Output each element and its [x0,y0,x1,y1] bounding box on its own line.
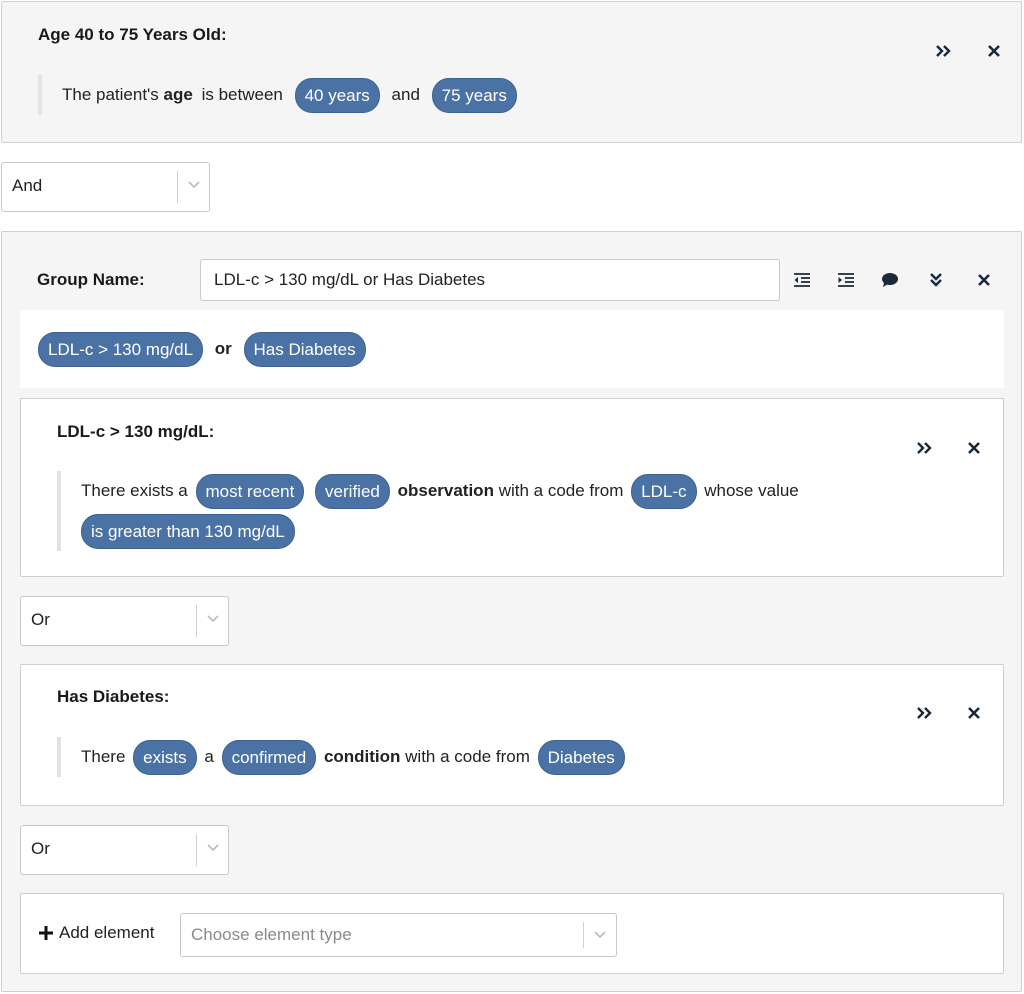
conjunction-select-or[interactable]: Or [20,596,229,646]
ldl-element-card: LDL-c > 130 mg/dL: There exists a most r… [20,398,1004,577]
age-element-card: Age 40 to 75 Years Old: The patient's ag… [1,1,1022,143]
expand-icon[interactable] [912,436,936,460]
most-recent-pill[interactable]: most recent [195,474,305,510]
diabetes-element-title: Has Diabetes: [57,687,170,706]
min-age-pill[interactable]: 40 years [294,78,380,114]
collapse-icon[interactable] [924,268,948,292]
plus-icon [39,926,53,940]
age-description: The patient's age is between 40 years an… [38,75,520,115]
diabetes-code-pill[interactable]: Diabetes [537,740,625,776]
diabetes-description: There exists a confirmed condition with … [57,737,628,777]
group-name-input[interactable] [200,259,780,301]
ldl-code-pill[interactable]: LDL-c [631,474,697,510]
conjunction-value: And [12,176,43,195]
chevron-down-icon [207,615,219,623]
chevron-down-icon [188,181,200,189]
group-name-label: Group Name: [37,270,145,289]
comment-icon[interactable] [878,268,902,292]
indent-icon[interactable] [834,268,858,292]
ldl-element-title: LDL-c > 130 mg/dL: [57,422,215,441]
value-comparison-pill[interactable]: is greater than 130 mg/dL [81,514,295,550]
summary-pill-ldl[interactable]: LDL-c > 130 mg/dL [38,332,204,368]
chevron-down-icon [594,931,606,939]
chevron-down-icon [207,844,219,852]
conjunction-value: Or [31,610,50,629]
conjunction-value: Or [31,839,50,858]
age-element-title: Age 40 to 75 Years Old: [38,25,227,44]
add-element-card: Add element Choose element type [20,893,1004,974]
verified-pill[interactable]: verified [315,474,390,510]
close-icon[interactable] [972,268,996,292]
close-icon[interactable] [982,39,1006,63]
expand-icon[interactable] [912,701,936,725]
max-age-pill[interactable]: 75 years [431,78,517,114]
add-element-button[interactable]: Add element [39,923,154,943]
exists-pill[interactable]: exists [133,740,197,776]
ldl-description: There exists a most recent verified obse… [57,471,841,551]
outdent-icon[interactable] [790,268,814,292]
diabetes-element-card: Has Diabetes: There exists a confirmed c… [20,664,1004,806]
element-type-placeholder: Choose element type [191,925,352,944]
conjunction-select-or[interactable]: Or [20,825,229,875]
group-summary: LDL-c > 130 mg/dL or Has Diabetes [20,310,1004,388]
close-icon[interactable] [962,436,986,460]
close-icon[interactable] [962,701,986,725]
conjunction-select-and[interactable]: And [1,162,210,212]
expand-icon[interactable] [931,39,955,63]
element-type-select[interactable]: Choose element type [180,913,617,957]
confirmed-pill[interactable]: confirmed [221,740,317,776]
summary-pill-diabetes[interactable]: Has Diabetes [243,332,366,368]
